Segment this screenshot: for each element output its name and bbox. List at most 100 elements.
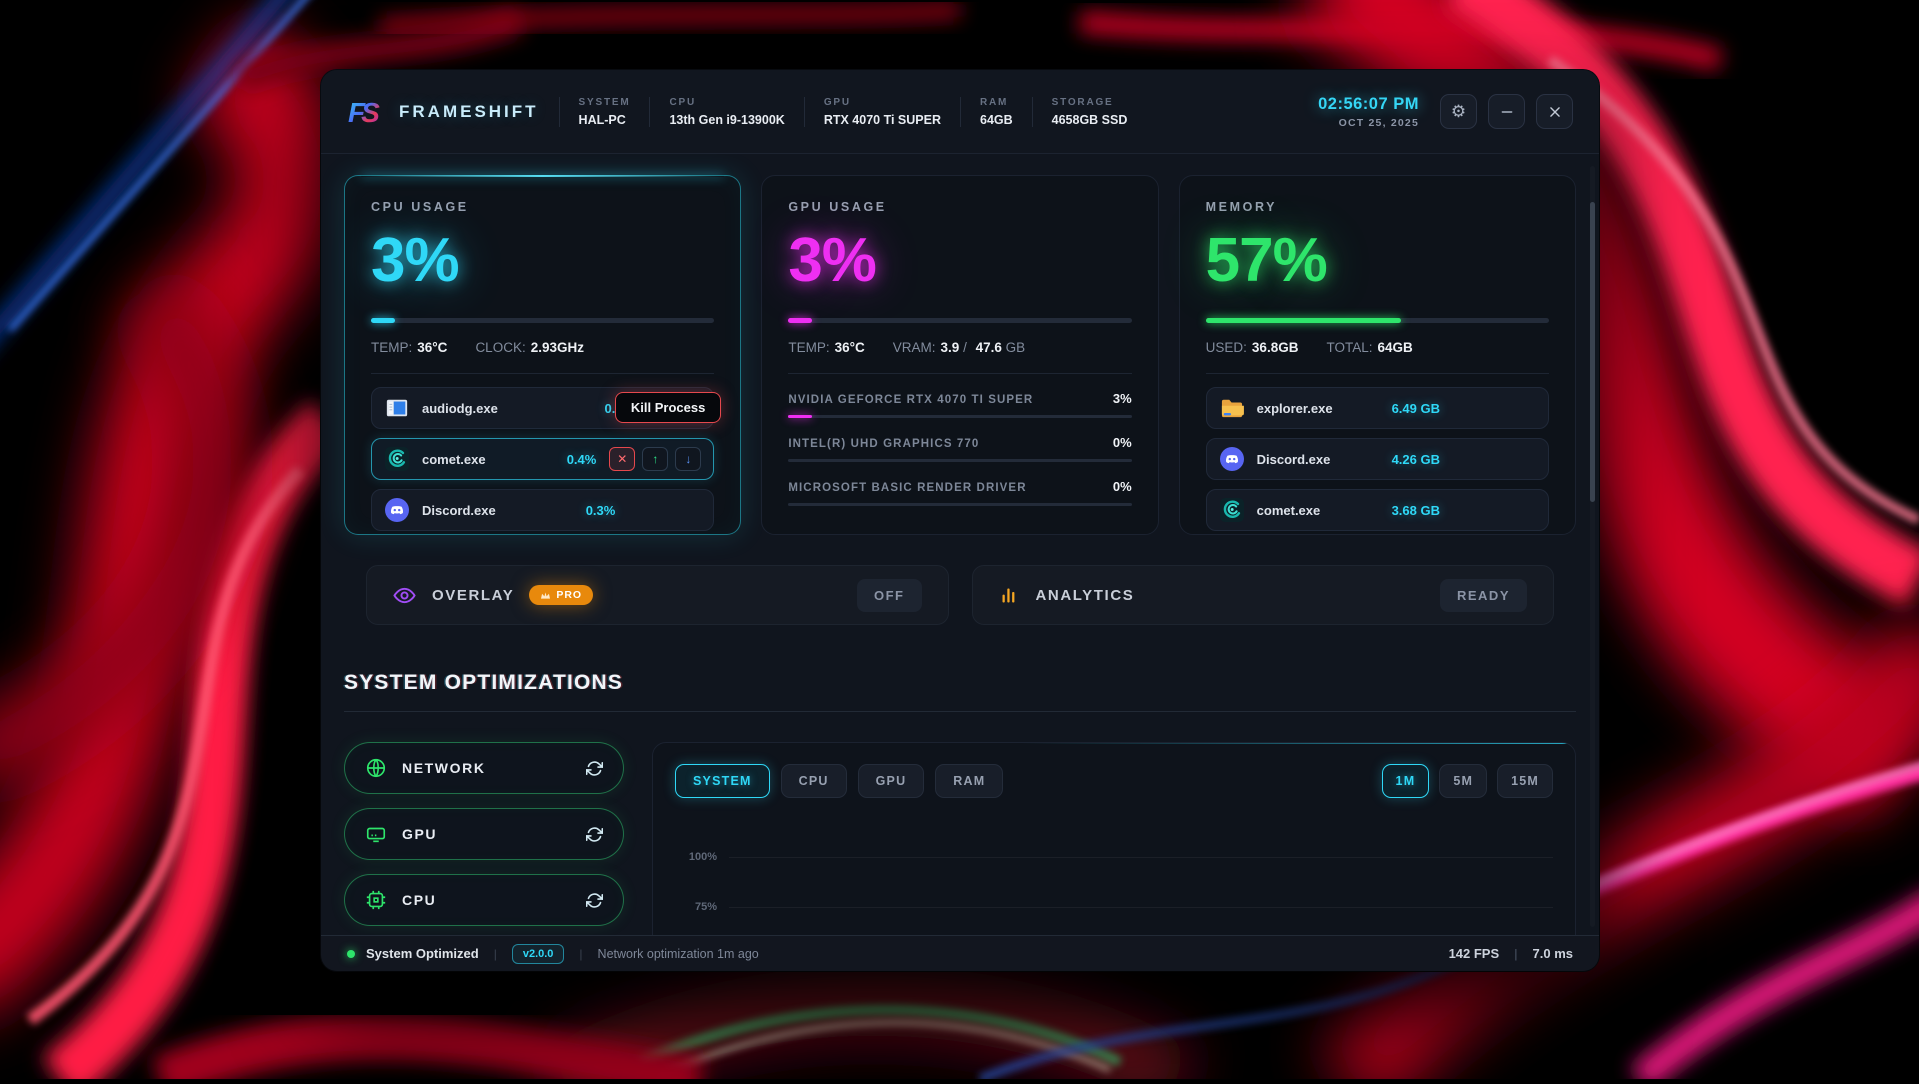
spec-system: SYSTEM HAL-PC [559, 97, 650, 127]
header: FS FRAMESHIFT SYSTEM HAL-PC CPU 13th Gen… [321, 70, 1599, 154]
memory-row-discord[interactable]: Discord.exe 4.26 GB [1206, 438, 1549, 480]
tab-gpu[interactable]: GPU [858, 764, 925, 798]
app-window-icon [384, 395, 410, 421]
gridline-75: 75% [675, 882, 1553, 932]
process-value: 4.26 GB [1392, 452, 1440, 467]
fps-counter: 142 FPS [1449, 946, 1500, 961]
memory-percent: 57% [1206, 230, 1549, 292]
pro-badge: PRO [529, 585, 593, 605]
adapter-progress-track [788, 415, 1131, 418]
section-heading: SYSTEM OPTIMIZATIONS [344, 671, 1576, 695]
version-badge: v2.0.0 [512, 944, 565, 964]
analytics-label: ANALYTICS [1036, 587, 1135, 604]
refresh-icon[interactable] [586, 826, 603, 843]
bar-chart-icon [999, 585, 1020, 606]
adapter-progress-fill [788, 415, 812, 418]
overlay-state-button[interactable]: OFF [857, 579, 922, 612]
analytics-row[interactable]: ANALYTICS READY [972, 565, 1555, 625]
gpu-adapter-intel: INTEL(R) UHD GRAPHICS 770 0% [788, 435, 1131, 462]
spec-storage: STORAGE 4658GB SSD [1032, 97, 1147, 127]
overlay-label: OVERLAY [432, 587, 514, 604]
app-window: FS FRAMESHIFT SYSTEM HAL-PC CPU 13th Gen… [321, 70, 1599, 971]
comet-icon [384, 446, 410, 472]
process-row-comet[interactable]: comet.exe 0.4% ✕ ↑ ↓ [371, 438, 714, 480]
window-scrollbar [1590, 166, 1595, 927]
memory-row-comet[interactable]: comet.exe 3.68 GB [1206, 489, 1549, 531]
minimize-icon [1500, 105, 1514, 119]
range-5m[interactable]: 5M [1439, 764, 1487, 798]
overlay-row[interactable]: OVERLAY PRO OFF [366, 565, 949, 625]
process-value: 0.4% [567, 452, 597, 467]
system-specs: SYSTEM HAL-PC CPU 13th Gen i9-13900K GPU… [559, 90, 1147, 134]
process-value: 6.49 GB [1392, 401, 1440, 416]
cpu-clock: CLOCK:2.93GHz [475, 340, 584, 355]
main-content: CPU USAGE 3% TEMP:36°C CLOCK:2.93GHz [321, 154, 1599, 971]
process-name: audiodg.exe [422, 401, 498, 416]
cpu-percent: 3% [371, 230, 714, 292]
memory-card-title: MEMORY [1206, 200, 1549, 214]
optimize-cpu-button[interactable]: CPU [344, 874, 624, 926]
process-name: explorer.exe [1257, 401, 1333, 416]
optimize-network-button[interactable]: NETWORK [344, 742, 624, 794]
analytics-state-button[interactable]: READY [1440, 579, 1527, 612]
cpu-progress-fill [371, 318, 395, 323]
section-divider [344, 711, 1576, 712]
comet-icon [1219, 497, 1245, 523]
range-1m[interactable]: 1M [1382, 764, 1430, 798]
optimization-buttons: NETWORK GPU [344, 742, 624, 926]
cpu-progress-track [371, 318, 714, 323]
range-15m[interactable]: 15M [1497, 764, 1553, 798]
scrollbar-thumb[interactable] [1590, 202, 1595, 502]
gpu-usage-card: GPU USAGE 3% TEMP:36°C VRAM:3.9 / 47.6 G… [761, 175, 1158, 535]
process-name: comet.exe [1257, 503, 1321, 518]
last-optimization-message: Network optimization 1m ago [598, 947, 759, 961]
gpu-temp: TEMP:36°C [788, 340, 864, 355]
optimize-gpu-button[interactable]: GPU [344, 808, 624, 860]
close-icon [1548, 105, 1562, 119]
kill-process-tooltip: Kill Process [615, 392, 721, 423]
cpu-card-title: CPU USAGE [371, 200, 714, 214]
cpu-usage-card: CPU USAGE 3% TEMP:36°C CLOCK:2.93GHz [344, 175, 741, 535]
status-dot [347, 950, 355, 958]
gpu-adapter-microsoft: MICROSOFT BASIC RENDER DRIVER 0% [788, 479, 1131, 506]
memory-used: USED:36.8GB [1206, 340, 1299, 355]
close-button[interactable] [1536, 94, 1573, 129]
tab-cpu[interactable]: CPU [781, 764, 847, 798]
process-value: 0. [604, 401, 615, 416]
cpu-temp: TEMP:36°C [371, 340, 447, 355]
divider [1206, 373, 1549, 374]
divider [371, 373, 714, 374]
gpu-card-title: GPU USAGE [788, 200, 1131, 214]
svg-text:FS: FS [348, 97, 380, 128]
tab-ram[interactable]: RAM [935, 764, 1003, 798]
priority-up-button[interactable]: ↑ [642, 447, 668, 471]
refresh-icon[interactable] [586, 892, 603, 909]
gpu-percent: 3% [788, 230, 1131, 292]
clock-date: OCT 25, 2025 [1318, 117, 1419, 129]
range-selector: 1M 5M 15M [1382, 764, 1553, 798]
latency-value: 7.0 ms [1533, 946, 1573, 961]
chart-plot: 100% 75% [675, 832, 1553, 932]
gear-icon: ⚙ [1451, 102, 1466, 122]
gridline-100: 100% [675, 832, 1553, 882]
brand-name: FRAMESHIFT [399, 102, 539, 122]
status-bar: System Optimized | v2.0.0 | Network opti… [321, 935, 1599, 971]
globe-icon [365, 757, 387, 779]
tab-system[interactable]: SYSTEM [675, 764, 770, 798]
refresh-icon[interactable] [586, 760, 603, 777]
memory-progress-fill [1206, 318, 1402, 323]
settings-button[interactable]: ⚙ [1440, 94, 1477, 129]
process-name: Discord.exe [1257, 452, 1331, 467]
minimize-button[interactable] [1488, 94, 1525, 129]
process-name: comet.exe [422, 452, 486, 467]
kill-process-button[interactable]: ✕ [609, 447, 635, 471]
eye-icon [393, 584, 416, 607]
gpu-progress-track [788, 318, 1131, 323]
process-row-audiodg[interactable]: audiodg.exe 0. Kill Process [371, 387, 714, 429]
gpu-vram: VRAM:3.9 / 47.6 GB [893, 340, 1025, 355]
memory-total: TOTAL:64GB [1326, 340, 1412, 355]
memory-row-explorer[interactable]: explorer.exe 6.49 GB [1206, 387, 1549, 429]
discord-icon [384, 497, 410, 523]
process-row-discord[interactable]: Discord.exe 0.3% [371, 489, 714, 531]
priority-down-button[interactable]: ↓ [675, 447, 701, 471]
